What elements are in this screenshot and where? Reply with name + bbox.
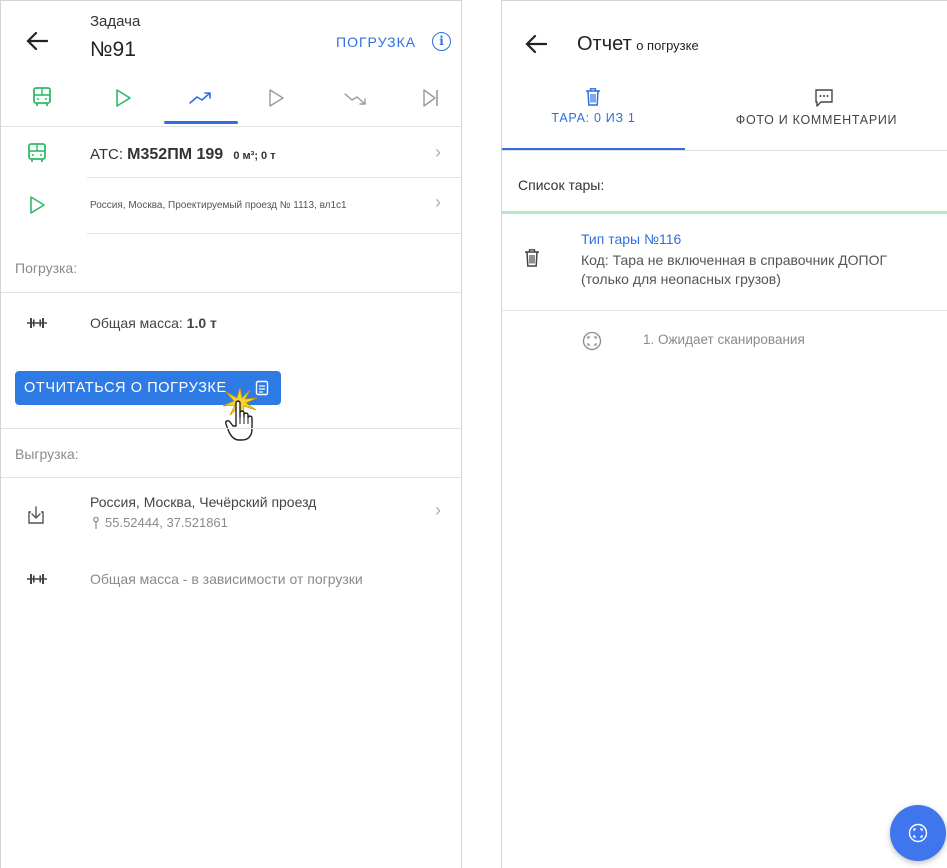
container-list-item[interactable]: Тип тары №116 Код: Тара не включенная в …	[502, 214, 947, 310]
task-number: №91	[90, 38, 136, 61]
trend-up-icon	[189, 92, 211, 104]
vehicle-prefix: АТС:	[90, 146, 123, 163]
report-loading-label: ОТЧИТАТЬСЯ О ПОГРУЗКЕ	[24, 380, 227, 396]
container-type: Тип тары №116	[581, 231, 682, 247]
divider	[1, 428, 461, 429]
trend-down-icon	[344, 93, 366, 105]
page-title: Отчет	[577, 33, 632, 55]
tab-start[interactable]	[114, 88, 132, 113]
tab-loading[interactable]	[188, 89, 214, 112]
info-icon[interactable]: i	[432, 32, 451, 51]
loading-section-label: Погрузка:	[15, 260, 78, 276]
play-outline-icon	[269, 89, 284, 107]
divider	[87, 233, 461, 234]
divider	[502, 150, 947, 151]
tab-photos-comments[interactable]: ФОТО И КОММЕНТАРИИ	[685, 83, 947, 151]
stage-link[interactable]: ПОГРУЗКА	[336, 34, 416, 50]
comment-icon	[815, 89, 833, 107]
trash-icon[interactable]	[524, 248, 540, 268]
back-arrow-icon[interactable]	[26, 29, 49, 55]
vehicle-row[interactable]: АТС: М352ПМ 199 0 м³; 0 т ›	[1, 127, 461, 177]
containers-list-label: Список тары:	[518, 177, 605, 193]
tab-finish[interactable]	[421, 88, 441, 113]
unloading-mass: Общая масса - в зависимости от погрузки	[90, 571, 363, 587]
loading-mass-label: Общая масса:	[90, 315, 183, 331]
pin-icon	[93, 516, 99, 529]
scan-fab-button[interactable]	[890, 805, 946, 861]
weight-icon	[27, 574, 47, 584]
scan-status: 1. Ожидает сканирования	[643, 332, 805, 347]
chevron-right-icon: ›	[435, 142, 441, 162]
unloading-coords: 55.52444, 37.521861	[105, 515, 228, 530]
vehicle-capacity: 0 м³; 0 т	[233, 150, 276, 162]
task-label: Задача	[90, 13, 141, 30]
tab-bus[interactable]	[32, 86, 52, 113]
vehicle-plate: М352ПМ 199	[127, 146, 224, 163]
download-icon	[28, 506, 44, 524]
bus-icon	[33, 87, 51, 106]
task-panel: Задача №91 ПОГРУЗКА i АТС: М352ПМ 199 0 …	[0, 0, 462, 868]
play-icon	[30, 196, 45, 214]
back-arrow-icon[interactable]	[525, 34, 548, 59]
unloading-address: Россия, Москва, Чечёрский проезд	[90, 494, 317, 510]
container-code: Код: Тара не включенная в справочник ДОП…	[581, 252, 888, 287]
scan-icon	[582, 331, 602, 351]
tab-containers[interactable]: ТАРА: 0 ИЗ 1	[502, 83, 685, 151]
page-subtitle: о погрузке	[636, 38, 699, 53]
chevron-right-icon: ›	[435, 192, 441, 212]
tab-transit[interactable]	[267, 88, 285, 113]
trash-icon	[586, 88, 600, 106]
loading-mass-value: 1.0 т	[186, 315, 217, 331]
divider	[1, 292, 461, 293]
start-address-row[interactable]: Россия, Москва, Проектируемый проезд № 1…	[1, 178, 461, 233]
divider	[502, 310, 947, 311]
chevron-right-icon: ›	[435, 500, 441, 520]
scan-icon	[908, 823, 928, 843]
bus-icon	[28, 143, 46, 162]
start-address: Россия, Москва, Проектируемый проезд № 1…	[90, 200, 347, 211]
weight-icon	[27, 318, 47, 328]
active-tab-indicator	[164, 121, 238, 124]
tab-containers-label: ТАРА: 0 ИЗ 1	[551, 111, 636, 125]
unloading-address-row[interactable]: Россия, Москва, Чечёрский проезд 55.5244…	[1, 478, 461, 546]
hand-cursor-icon	[225, 400, 253, 441]
skip-end-icon	[423, 89, 438, 107]
report-panel: Отчет о погрузке ТАРА: 0 ИЗ 1 ФОТО И КОМ…	[501, 0, 947, 868]
unloading-section-label: Выгрузка:	[15, 446, 79, 462]
tab-unloading[interactable]	[343, 90, 369, 113]
play-icon	[116, 89, 131, 107]
tab-photos-comments-label: ФОТО И КОММЕНТАРИИ	[735, 113, 898, 127]
